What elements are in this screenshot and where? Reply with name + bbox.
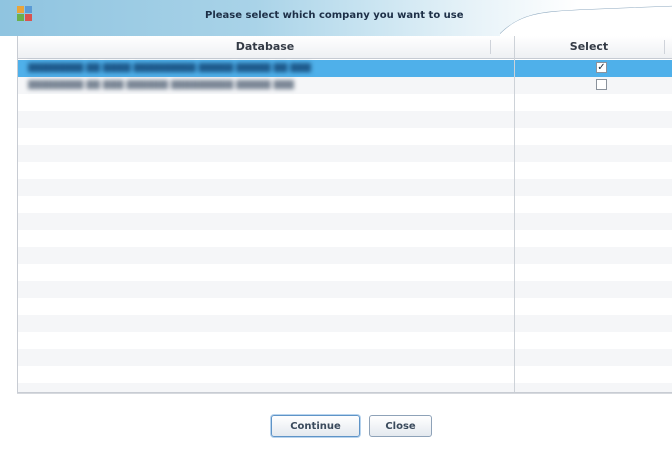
close-button[interactable]: Close	[369, 415, 432, 437]
column-divider	[514, 36, 515, 392]
table-row[interactable]	[18, 230, 672, 247]
table-row[interactable]	[18, 196, 672, 213]
grid-header: Database Select	[18, 36, 672, 59]
app-icon	[17, 6, 32, 21]
column-header-database[interactable]: Database	[18, 36, 512, 58]
header-separator	[664, 40, 665, 54]
table-row[interactable]: ████████ ██ ████ █████████ █████ █████ █…	[18, 60, 672, 77]
table-row[interactable]	[18, 298, 672, 315]
table-row[interactable]	[18, 247, 672, 264]
continue-button[interactable]: Continue	[271, 415, 360, 437]
table-row[interactable]	[18, 213, 672, 230]
table-row[interactable]	[18, 111, 672, 128]
column-header-select[interactable]: Select	[514, 36, 664, 58]
table-row[interactable]	[18, 179, 672, 196]
company-grid[interactable]: Database Select ████████ ██ ████ ███████…	[17, 36, 672, 393]
checkbox-checked-icon[interactable]: ✓	[596, 62, 607, 73]
database-name-cell: ████████ ██ ███ ██████ █████████ █████ █…	[28, 80, 295, 90]
title-bar-decoration	[500, 5, 672, 36]
table-row[interactable]	[18, 264, 672, 281]
table-row[interactable]	[18, 366, 672, 383]
checkbox-unchecked-icon[interactable]	[596, 79, 607, 90]
table-row[interactable]	[18, 145, 672, 162]
table-row[interactable]	[18, 162, 672, 179]
window-title: Please select which company you want to …	[205, 10, 464, 21]
footer-divider	[17, 393, 672, 394]
table-row[interactable]	[18, 349, 672, 366]
table-row[interactable]	[18, 281, 672, 298]
header-separator	[490, 40, 491, 54]
table-row[interactable]	[18, 128, 672, 145]
title-bar: Please select which company you want to …	[0, 0, 672, 36]
table-row[interactable]	[18, 383, 672, 392]
table-row[interactable]: ████████ ██ ███ ██████ █████████ █████ █…	[18, 77, 672, 94]
table-row[interactable]	[18, 94, 672, 111]
table-row[interactable]	[18, 315, 672, 332]
database-name-cell: ████████ ██ ████ █████████ █████ █████ █…	[28, 63, 312, 73]
table-row[interactable]	[18, 332, 672, 349]
